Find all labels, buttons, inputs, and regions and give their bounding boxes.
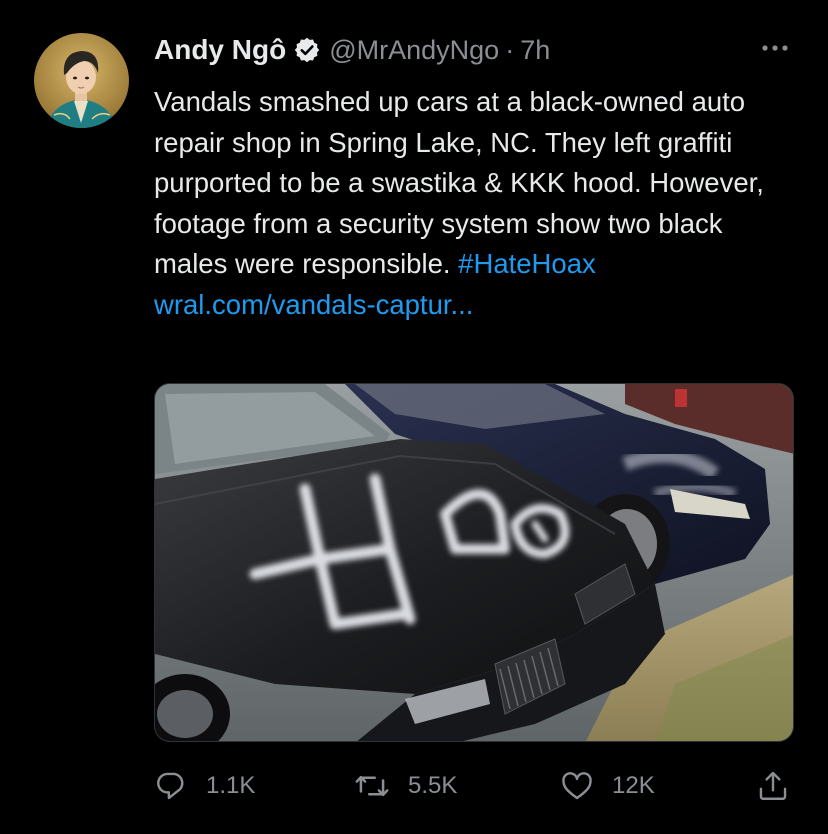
retweet-count: 5.5K bbox=[408, 772, 458, 799]
reply-count: 1.1K bbox=[206, 772, 256, 799]
hashtag-link[interactable]: #HateHoax bbox=[458, 248, 596, 279]
like-action[interactable]: 12K bbox=[560, 764, 655, 808]
tweet-actions: 1.1K 5.5K 12K bbox=[154, 764, 794, 808]
retweet-icon[interactable] bbox=[354, 769, 390, 803]
tweet-text: Vandals smashed up cars at a black-owned… bbox=[154, 82, 794, 325]
url-link[interactable]: wral.com/vandals-captur... bbox=[154, 289, 473, 320]
share-action[interactable] bbox=[756, 764, 790, 808]
tweet: Andy Ngô @MrAndyNgo · 7h Vandals smashed… bbox=[0, 0, 828, 834]
timestamp[interactable]: 7h bbox=[520, 35, 550, 66]
like-icon[interactable] bbox=[560, 769, 594, 803]
reply-action[interactable]: 1.1K bbox=[154, 764, 255, 808]
tweet-photo[interactable] bbox=[154, 383, 794, 742]
user-handle[interactable]: @MrAndyNgo bbox=[329, 35, 499, 66]
avatar[interactable] bbox=[34, 33, 129, 128]
retweet-action[interactable]: 5.5K bbox=[354, 764, 457, 808]
separator-dot: · bbox=[505, 34, 515, 65]
share-icon[interactable] bbox=[756, 769, 790, 803]
verified-badge-icon bbox=[293, 36, 321, 64]
more-options-icon[interactable] bbox=[760, 38, 790, 58]
display-name[interactable]: Andy Ngô bbox=[154, 34, 286, 66]
vandalized-cars-photo bbox=[155, 384, 793, 741]
like-count: 12K bbox=[612, 772, 655, 799]
tweet-header: Andy Ngô @MrAndyNgo · 7h bbox=[154, 30, 788, 70]
avatar-illustration bbox=[34, 33, 129, 128]
reply-icon[interactable] bbox=[154, 769, 188, 803]
